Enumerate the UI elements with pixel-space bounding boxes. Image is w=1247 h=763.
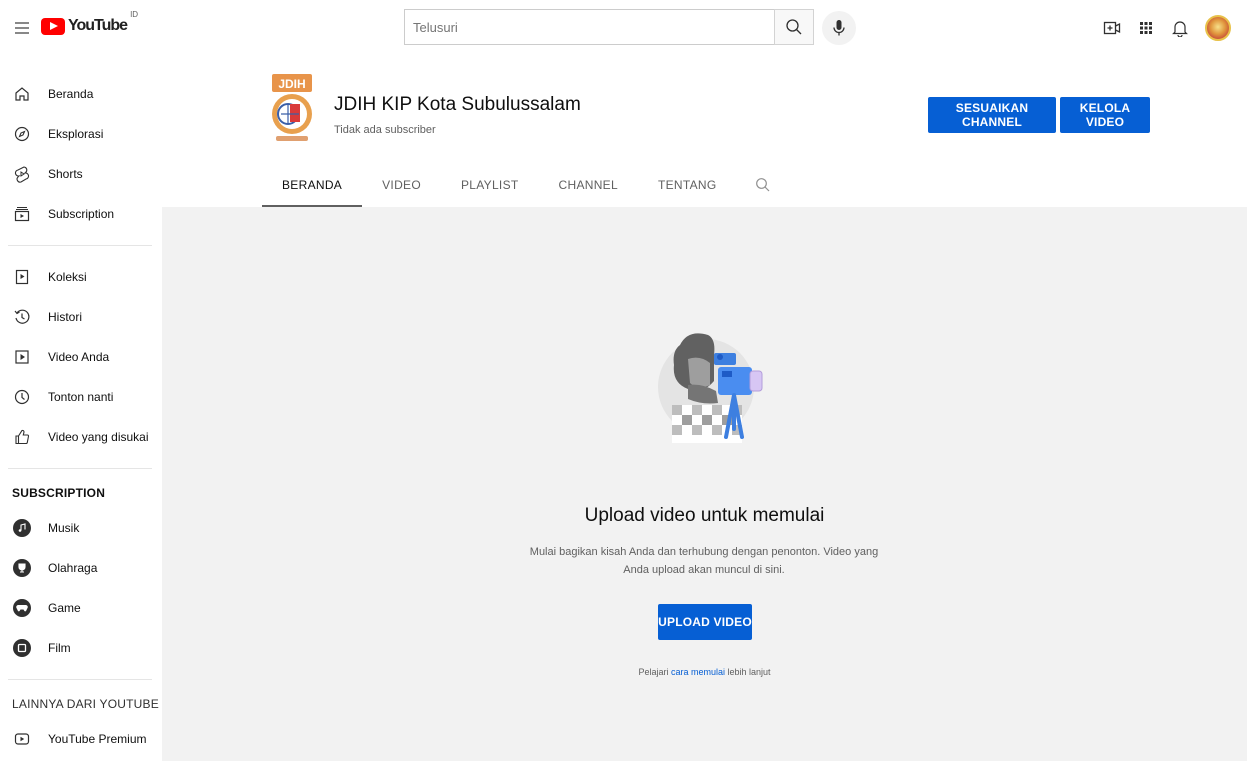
sidebar-item-explore[interactable]: Eksplorasi xyxy=(0,114,162,154)
sidebar-item-label: Musik xyxy=(48,521,80,535)
camera-person-illustration xyxy=(658,325,770,445)
search-input[interactable] xyxy=(404,9,775,45)
sidebar-item-sports[interactable]: Olahraga xyxy=(0,548,162,588)
music-icon xyxy=(13,519,31,537)
youtube-premium-icon xyxy=(12,729,32,749)
sidebar-item-liked-videos[interactable]: Video yang disukai xyxy=(0,417,162,457)
sidebar-item-label: Beranda xyxy=(48,87,94,101)
sidebar-divider xyxy=(8,679,152,680)
gaming-icon-wrap xyxy=(12,598,32,618)
learn-more-prefix: Pelajari xyxy=(638,667,671,677)
sports-icon xyxy=(13,559,31,577)
sidebar-item-youtube-premium[interactable]: YouTube Premium xyxy=(0,719,162,759)
empty-state-description: Mulai bagikan kisah Anda dan terhubung d… xyxy=(529,546,879,576)
compass-icon xyxy=(12,124,32,144)
search-box xyxy=(404,9,814,45)
gaming-icon xyxy=(13,599,31,617)
sidebar-item-label: Game xyxy=(48,601,81,615)
sidebar-item-label: Subscription xyxy=(48,207,115,221)
svg-text:JDIH: JDIH xyxy=(278,77,305,91)
sidebar-item-watch-later[interactable]: Tonton nanti xyxy=(0,377,162,417)
apps-button[interactable] xyxy=(1129,11,1163,45)
sports-icon-wrap xyxy=(12,558,32,578)
sidebar-item-label: Video Anda xyxy=(48,350,110,364)
logo-country-code: ID xyxy=(130,10,139,19)
film-icon-wrap xyxy=(12,638,32,658)
more-from-youtube-title: LAINNYA DARI YOUTUBE xyxy=(12,697,159,711)
search-button[interactable] xyxy=(774,9,814,45)
sidebar-item-label: Eksplorasi xyxy=(48,127,104,141)
voice-search-button[interactable] xyxy=(822,11,856,45)
watch-later-icon xyxy=(12,387,32,407)
sidebar-item-history[interactable]: Histori xyxy=(0,297,162,337)
sidebar-item-label: Video yang disukai xyxy=(48,430,149,444)
bell-icon xyxy=(1172,21,1188,37)
sidebar-item-label: Histori xyxy=(48,310,83,324)
logo-text: YouTube xyxy=(68,17,128,34)
home-icon xyxy=(12,84,32,104)
sidebar-divider xyxy=(8,468,152,469)
subscriptions-icon xyxy=(12,204,32,224)
sidebar-item-music[interactable]: Musik xyxy=(0,508,162,548)
learn-more-suffix: lebih lanjut xyxy=(725,667,771,677)
sidebar-item-label: Tonton nanti xyxy=(48,390,114,404)
menu-icon[interactable] xyxy=(12,18,34,38)
youtube-play-icon xyxy=(41,17,65,35)
sidebar-item-label: Olahraga xyxy=(48,561,98,575)
account-avatar[interactable] xyxy=(1205,15,1231,41)
apps-grid-icon xyxy=(1140,22,1152,34)
upload-video-button[interactable]: UPLOAD VIDEO xyxy=(658,604,752,640)
subscriptions-section-title: SUBSCRIPTION xyxy=(12,486,106,500)
library-icon xyxy=(12,267,32,287)
getting-started-link[interactable]: cara memulai xyxy=(671,667,725,677)
tab-videos[interactable]: VIDEO xyxy=(362,163,441,207)
sidebar-item-label: Koleksi xyxy=(48,270,87,284)
sidebar-item-label: Film xyxy=(48,641,71,655)
channel-header: JDIH JDIH KIP Kota Subulussalam Tidak ad… xyxy=(162,56,1247,207)
search-icon xyxy=(755,178,769,192)
sidebar-item-library[interactable]: Koleksi xyxy=(0,257,162,297)
film-icon xyxy=(13,639,31,657)
microphone-icon xyxy=(833,20,845,36)
sidebar-divider xyxy=(8,245,152,246)
create-video-icon xyxy=(1103,21,1121,35)
channel-tabs: BERANDA VIDEO PLAYLIST CHANNEL TENTANG xyxy=(262,163,789,207)
sidebar-item-subscriptions[interactable]: Subscription xyxy=(0,194,162,234)
create-button[interactable] xyxy=(1095,11,1129,45)
sidebar: Beranda Eksplorasi Shorts Subscription K… xyxy=(0,56,162,763)
top-actions xyxy=(1095,11,1231,45)
sidebar-item-home[interactable]: Beranda xyxy=(0,74,162,114)
history-icon xyxy=(12,307,32,327)
channel-search-button[interactable] xyxy=(737,163,789,207)
your-videos-icon xyxy=(12,347,32,367)
tab-playlists[interactable]: PLAYLIST xyxy=(441,163,539,207)
search-icon xyxy=(786,19,802,35)
sidebar-item-label: Shorts xyxy=(48,167,83,181)
youtube-logo[interactable]: YouTube ID xyxy=(41,10,138,38)
channel-name: JDIH KIP Kota Subulussalam xyxy=(334,94,581,115)
learn-more-text: Pelajari cara memulai lebih lanjut xyxy=(162,667,1247,677)
sidebar-item-label: YouTube Premium xyxy=(48,732,147,746)
channel-avatar[interactable]: JDIH xyxy=(268,70,316,156)
customize-channel-button[interactable]: SESUAIKAN CHANNEL xyxy=(928,97,1056,133)
sidebar-item-shorts[interactable]: Shorts xyxy=(0,154,162,194)
notifications-button[interactable] xyxy=(1163,11,1197,45)
top-bar: YouTube ID xyxy=(0,0,1247,56)
manage-videos-button[interactable]: KELOLA VIDEO xyxy=(1060,97,1150,133)
thumbs-up-icon xyxy=(12,427,32,447)
sidebar-item-film[interactable]: Film xyxy=(0,628,162,668)
subscriber-count: Tidak ada subscriber xyxy=(334,124,436,136)
tab-home[interactable]: BERANDA xyxy=(262,163,363,207)
sidebar-item-your-videos[interactable]: Video Anda xyxy=(0,337,162,377)
channel-content: Upload video untuk memulai Mulai bagikan… xyxy=(162,207,1247,763)
tab-channels[interactable]: CHANNEL xyxy=(539,163,638,207)
sidebar-item-gaming[interactable]: Game xyxy=(0,588,162,628)
music-icon-wrap xyxy=(12,518,32,538)
empty-state-title: Upload video untuk memulai xyxy=(584,505,825,526)
tab-about[interactable]: TENTANG xyxy=(638,163,737,207)
shorts-icon xyxy=(12,164,32,184)
